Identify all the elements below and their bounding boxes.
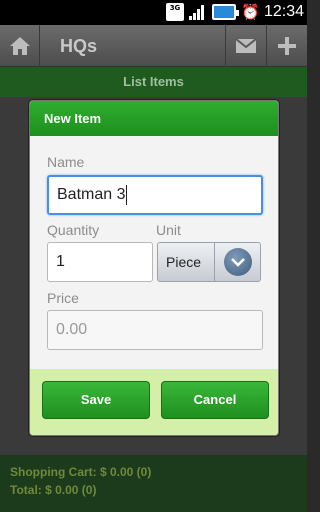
dialog-title: New Item [30,101,278,136]
clock: 12:34 [264,3,305,20]
add-icon [278,37,296,55]
price-input[interactable]: 0.00 [47,310,263,350]
home-icon [9,37,30,55]
unit-value: Piece [166,254,202,270]
quantity-label: Quantity [47,222,100,238]
name-value: Batman 3 [57,186,126,203]
dialog-body: Name Batman 3 Quantity 1 Unit Piece Pric… [30,136,278,369]
price-label: Price [47,290,79,306]
signal-icon [188,3,206,21]
cart-footer: Shopping Cart: $ 0.00 (0) Total: $ 0.00 … [0,455,307,512]
grand-total: Total: $ 0.00 (0) [10,483,97,497]
quantity-value: 1 [56,253,65,270]
unit-label: Unit [156,222,181,238]
list-items-header: List Items [0,67,307,97]
unit-dropdown-button[interactable] [214,243,260,281]
dialog-button-bar: Save Cancel [30,369,278,435]
add-button[interactable] [266,25,307,67]
price-placeholder: 0.00 [56,321,88,338]
text-cursor [126,185,128,205]
mail-button[interactable] [225,25,265,67]
save-button[interactable]: Save [42,381,150,419]
action-bar: HQs [0,25,307,67]
name-input[interactable]: Batman 3 [47,175,263,215]
new-item-dialog: New Item Name Batman 3 Quantity 1 Unit P… [29,100,279,436]
status-bar: 3G ⏰ 12:34 [0,0,307,25]
battery-icon [212,4,239,20]
3g-icon: 3G [166,3,184,21]
app-title: HQs [60,36,98,56]
unit-spinner[interactable]: Piece [157,242,261,282]
mail-icon [234,38,257,53]
name-label: Name [47,154,85,170]
chevron-down-icon [223,248,252,276]
quantity-input[interactable]: 1 [47,242,153,282]
alarm-icon: ⏰ [241,3,260,21]
cancel-button[interactable]: Cancel [161,381,269,419]
home-button[interactable] [0,25,40,67]
shopping-cart-total: Shopping Cart: $ 0.00 (0) [10,465,152,479]
